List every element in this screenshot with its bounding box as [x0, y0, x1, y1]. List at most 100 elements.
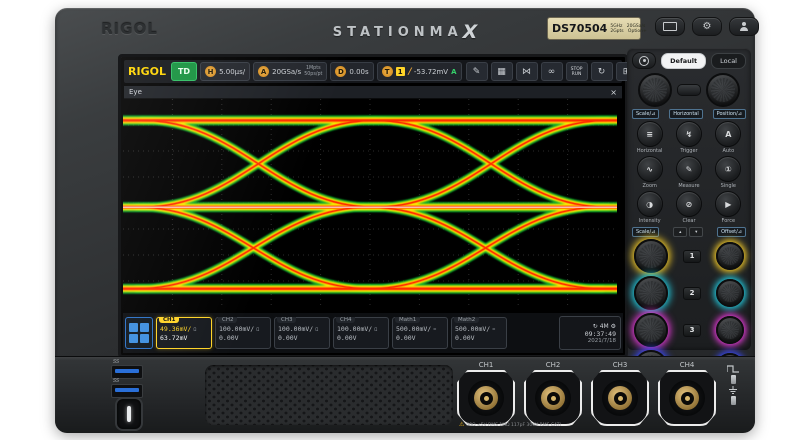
ch1-enable-button[interactable]: 1 [683, 250, 701, 263]
function-cell-clear: ⊘Clear [671, 191, 706, 224]
trigger-segment[interactable]: T 1 / -53.72mV A [377, 62, 462, 81]
ch2-offset-knob[interactable] [716, 279, 744, 307]
vertical-offset-label: Offset/⊿ [717, 227, 746, 237]
mini-button-left[interactable]: ▴ [673, 227, 687, 237]
ch1-scale-knob[interactable] [634, 239, 668, 273]
channel-box-ch2[interactable]: CH2100.00mV/Ω0.00V [215, 317, 271, 349]
stop-run-button[interactable]: STOP RUN [566, 62, 588, 81]
trigger-status: A [451, 68, 456, 76]
screen-toolbar: RIGOL TD H 5.00μs/ A 20GSa/s 1Mpts 50ps/… [124, 60, 622, 83]
trigger-button[interactable]: ↯ [676, 121, 702, 147]
channel-box-math1[interactable]: Math1500.00mV/=0.00V [392, 317, 448, 349]
search-button[interactable]: ∞ [541, 62, 563, 81]
history-icon: ↻ [598, 67, 606, 77]
delay-value: 0.00s [349, 68, 368, 76]
ch2-scale-knob[interactable] [634, 276, 668, 310]
horizontal-position-knob[interactable] [706, 73, 740, 107]
horizontal-scale-segment[interactable]: H 5.00μs/ [200, 62, 250, 81]
auto-button[interactable]: A [715, 121, 741, 147]
connector-ch4: CH450Ω [658, 361, 716, 426]
impedance-indicator: = [433, 327, 436, 333]
horizontal-button[interactable]: ≡ [637, 121, 663, 147]
ch3-scale-knob[interactable] [634, 313, 668, 347]
ground-icon [728, 386, 738, 394]
ch3-enable-button[interactable]: 3 [683, 324, 701, 337]
screen-rigol-logo: RIGOL [128, 65, 166, 78]
horizontal-scale-knob[interactable] [638, 73, 672, 107]
power-button[interactable] [115, 397, 143, 431]
function-caption: Single [721, 183, 736, 189]
probe-comp-ground-pad [731, 396, 736, 405]
single-button[interactable]: ① [715, 156, 741, 182]
speaker-grille [205, 365, 453, 425]
user-button[interactable] [729, 17, 759, 36]
force-button[interactable]: ▶ [715, 191, 741, 217]
channel-box-ch4[interactable]: CH4100.00mV/Ω0.00V [333, 317, 389, 349]
stationmax-x: X [463, 21, 478, 43]
function-cell-zoom: ∿Zoom [632, 156, 667, 189]
ch1-offset-knob[interactable] [716, 242, 744, 270]
measure-button[interactable]: ✎ [676, 156, 702, 182]
annotate-button[interactable]: ✎ [466, 62, 488, 81]
channel-box-ch1[interactable]: CH149.36mV/Ω63.72mV [156, 317, 212, 349]
function-caption: Auto [723, 148, 735, 154]
system-info-box: ↻ 4M ⚙ 09:37:49 2021/7/18 [559, 316, 621, 350]
h-badge: H [205, 66, 216, 77]
trigger-source: 1 [396, 67, 405, 76]
pencil-icon: ✎ [473, 67, 481, 77]
oscilloscope-device: RIGOL STATIONMAX DS70504 5GHz 20GSa/s 2G… [55, 8, 755, 432]
impedance-indicator: Ω [256, 327, 259, 333]
measure-button[interactable]: ▦ [491, 62, 513, 81]
channel-box-ch3[interactable]: CH3100.00mV/Ω0.00V [274, 317, 330, 349]
eye-diagram-plot[interactable] [123, 99, 617, 307]
intensity-button[interactable]: ◑ [637, 191, 663, 217]
run-label: RUN [572, 72, 582, 77]
bnc-connectors: CH1CH250ΩCH350ΩCH450Ω [457, 361, 716, 426]
bnc-gold-ring [541, 386, 565, 410]
channel-box-math2[interactable]: Math2500.00mV/=0.00V [451, 317, 507, 349]
display-icon [663, 22, 677, 31]
model-badge: DS70504 5GHz 20GSa/s 2Gpts Option+ [547, 17, 641, 40]
mini-button-right[interactable]: ▾ [689, 227, 703, 237]
channel-offset-value: 0.00V [278, 334, 326, 342]
bnc-gold-ring [675, 386, 699, 410]
function-caption: Measure [678, 183, 699, 189]
result-tabbar: Eye × [124, 86, 622, 99]
clock-date: 2021/7/18 [588, 338, 616, 344]
input-rating-warning: ⚠50Ω ≤5V RMS 1MΩ 117pF 300V RMS CATⅠ [459, 421, 561, 428]
connector-ch2: CH250Ω [524, 361, 582, 426]
display-button[interactable] [655, 17, 685, 36]
ch3-offset-knob[interactable] [716, 316, 744, 344]
vertical-mini-buttons: ▴ ▾ [673, 227, 703, 237]
channel-box-label: CH2 [218, 317, 237, 323]
clear-button[interactable]: ⊘ [676, 191, 702, 217]
settings-button[interactable]: ⚙ [692, 17, 722, 36]
local-button[interactable]: Local [711, 53, 746, 69]
channel-display-toggle[interactable] [125, 317, 153, 349]
eye-analysis-button[interactable]: ⋈ [516, 62, 538, 81]
mode-button[interactable]: TD [171, 62, 197, 81]
bnc-body-ch3: 50Ω [591, 370, 649, 426]
vertical-scale-label: Scale/⊿ [632, 227, 659, 237]
trigger-icon: ↯ [686, 130, 693, 139]
touch-lock-button[interactable] [632, 52, 656, 69]
channel-box-label: CH4 [336, 317, 355, 323]
close-icon[interactable]: × [610, 88, 617, 97]
ch2-enable-button[interactable]: 2 [683, 287, 701, 300]
single-icon: ① [725, 165, 732, 174]
function-caption: Intensity [639, 218, 661, 224]
clear-icon: ⊘ [686, 200, 693, 209]
bnc-body-ch1 [457, 370, 515, 426]
delay-segment[interactable]: D 0.00s [330, 62, 373, 81]
bnc-gold-ring [608, 386, 632, 410]
default-button[interactable]: Default [661, 53, 706, 69]
acquisition-segment[interactable]: A 20GSa/s 1Mpts 50ps/pt [253, 62, 327, 81]
history-button[interactable]: ↻ [591, 62, 613, 81]
impedance-indicator: = [492, 327, 495, 333]
history-icon-small: ↻ [593, 323, 598, 330]
zoom-button[interactable]: ∿ [637, 156, 663, 182]
result-tab-title[interactable]: Eye [129, 88, 142, 96]
impedance-indicator: Ω [193, 327, 196, 333]
person-icon [739, 22, 749, 31]
horizontal-menu-button[interactable] [677, 84, 701, 96]
